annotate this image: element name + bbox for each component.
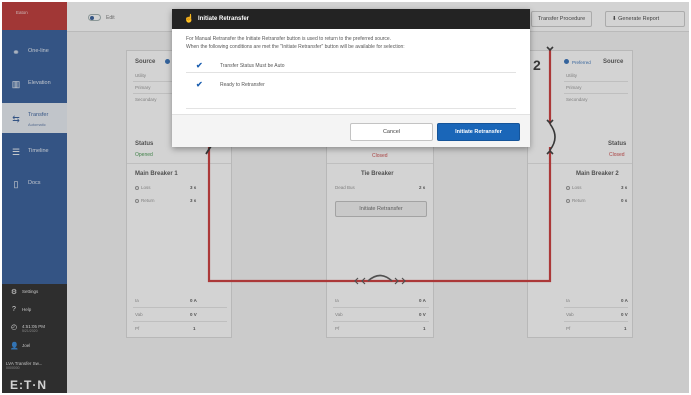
condition-item: ✔ Ready to Retransfer: [186, 72, 516, 90]
confirm-retransfer-button[interactable]: Initiate Retransfer: [437, 123, 520, 141]
dialog-text-line-1: For Manual Retransfer the Initiate Retra…: [186, 36, 392, 42]
checkmark-icon: ✔: [196, 80, 203, 89]
dialog-text-line-2: When the following conditions are met th…: [186, 44, 405, 50]
initiate-retransfer-dialog: ☝ Initiate Retransfer For Manual Retrans…: [172, 9, 530, 147]
checkmark-icon: ✔: [196, 61, 203, 70]
dialog-footer: Cancel Initiate Retransfer: [172, 114, 530, 147]
condition-label: Transfer Status Must be Auto: [220, 63, 285, 69]
dialog-header: ☝ Initiate Retransfer: [172, 9, 530, 29]
divider: [186, 108, 516, 109]
app-window: Eaton ⚭ One-line ▥ Elevation ⇆ Transfer …: [2, 2, 689, 393]
condition-label: Ready to Retransfer: [220, 82, 265, 88]
pointer-icon: ☝: [184, 14, 194, 23]
dialog-title: Initiate Retransfer: [198, 16, 250, 22]
cancel-button[interactable]: Cancel: [350, 123, 433, 141]
